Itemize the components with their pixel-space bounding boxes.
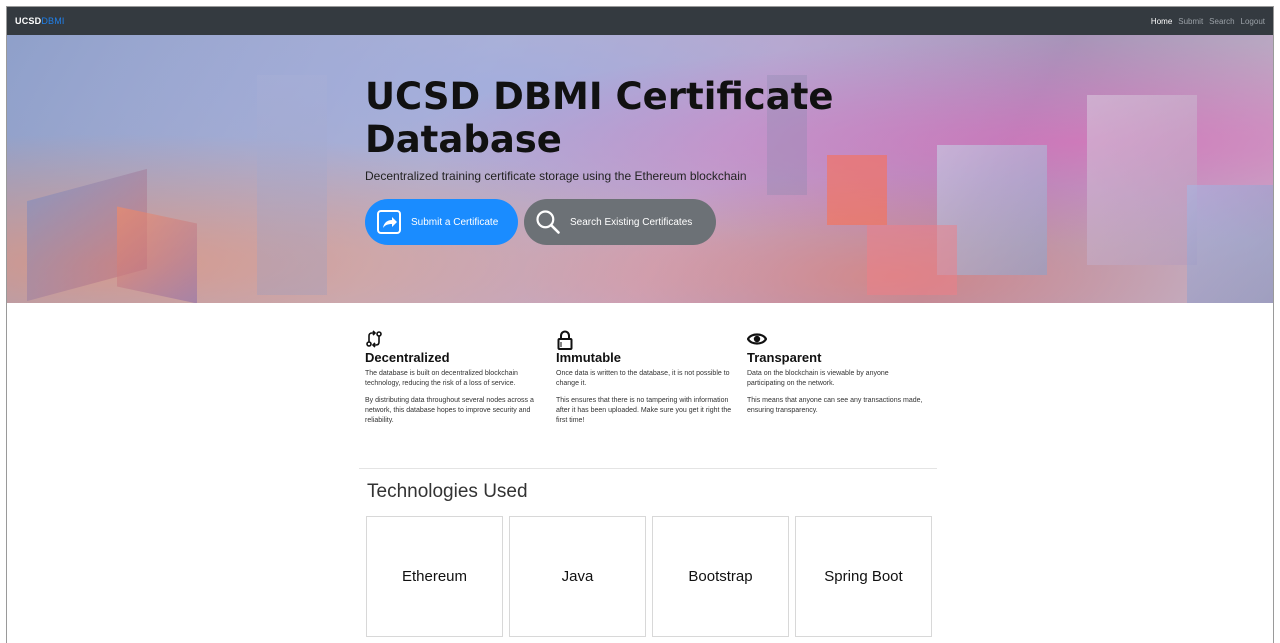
hero-background-shape	[1087, 95, 1197, 265]
navbar: UCSDDBMI Home Submit Search Logout	[7, 7, 1273, 35]
submit-certificate-button[interactable]: Submit a Certificate	[365, 199, 518, 245]
search-certificates-label: Search Existing Certificates	[570, 216, 693, 228]
hero-content: UCSD DBMI Certificate Database Decentral…	[365, 75, 845, 245]
nav-link-submit[interactable]: Submit	[1178, 17, 1203, 26]
search-certificates-button[interactable]: Search Existing Certificates	[524, 199, 716, 245]
feature-text: This means that anyone can see any trans…	[747, 397, 923, 414]
page-title: UCSD DBMI Certificate Database	[365, 75, 845, 161]
brand-accent: DBMI	[41, 16, 65, 26]
search-icon	[534, 208, 562, 236]
hero-background-shape	[117, 206, 197, 303]
hero-background-shape	[257, 75, 327, 295]
hero-subtitle: Decentralized training certificate stora…	[365, 169, 747, 183]
hero-background-shape	[1187, 185, 1273, 303]
feature-text: This ensures that there is no tampering …	[556, 397, 732, 424]
feature-text: By distributing data throughout several …	[365, 397, 534, 424]
feature-immutable: Immutable Once data is written to the da…	[556, 330, 747, 426]
technologies-heading: Technologies Used	[367, 481, 528, 502]
feature-text: Once data is written to the database, it…	[556, 370, 730, 387]
section-divider	[359, 468, 937, 469]
feature-transparent: Transparent Data on the blockchain is vi…	[746, 330, 938, 426]
hero-background-shape	[867, 225, 957, 295]
hero-buttons: Submit a Certificate Search Existing Cer…	[365, 199, 845, 245]
lock-icon	[556, 330, 737, 350]
technologies-grid: Ethereum Java Bootstrap Spring Boot	[366, 516, 932, 637]
browser-viewport: UCSDDBMI Home Submit Search Logout UCSD …	[6, 6, 1274, 643]
feature-title: Immutable	[556, 350, 622, 365]
nav-links: Home Submit Search Logout	[1151, 17, 1265, 26]
nav-link-home[interactable]: Home	[1151, 17, 1172, 26]
feature-decentralized: Decentralized The database is built on d…	[365, 330, 556, 426]
tech-card-java: Java	[509, 516, 646, 637]
page-title-line2: Database	[365, 118, 562, 161]
nav-link-logout[interactable]: Logout	[1241, 17, 1265, 26]
feature-text: The database is built on decentralized b…	[365, 370, 518, 387]
feature-title: Transparent	[747, 350, 822, 365]
git-compare-icon	[365, 330, 546, 348]
feature-title: Decentralized	[365, 350, 450, 365]
brand-logo[interactable]: UCSDDBMI	[15, 16, 65, 26]
features-section: Decentralized The database is built on d…	[365, 330, 940, 426]
tech-card-spring-boot: Spring Boot	[795, 516, 932, 637]
feature-text: Data on the blockchain is viewable by an…	[747, 370, 889, 387]
tech-card-ethereum: Ethereum	[366, 516, 503, 637]
submit-certificate-label: Submit a Certificate	[411, 216, 499, 228]
eye-icon	[746, 330, 928, 348]
tech-card-bootstrap: Bootstrap	[652, 516, 789, 637]
share-arrow-icon	[375, 208, 403, 236]
page-title-line1: UCSD DBMI Certificate	[365, 75, 834, 118]
hero-banner: UCSD DBMI Certificate Database Decentral…	[7, 35, 1273, 303]
brand-main: UCSD	[15, 16, 42, 26]
nav-link-search[interactable]: Search	[1209, 17, 1234, 26]
